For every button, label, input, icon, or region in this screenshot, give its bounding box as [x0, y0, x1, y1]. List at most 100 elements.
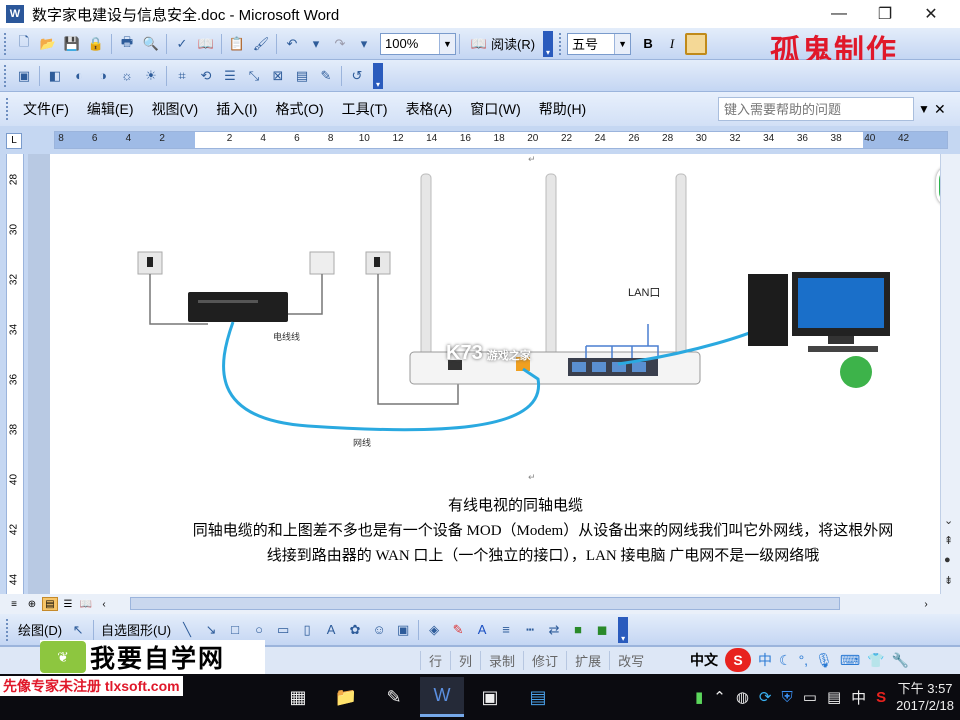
vertical-scrollbar[interactable]: ⌄ ⇞ ● ⇟ [940, 154, 960, 594]
minimize-button[interactable]: — [816, 0, 862, 28]
ime-indicator[interactable]: 中 [851, 687, 866, 708]
web-view-icon[interactable]: ⊕ [24, 597, 40, 611]
tools-icon[interactable]: 🔧 [892, 652, 909, 669]
network-icon[interactable]: ▭ [803, 688, 817, 706]
toolbar-grip[interactable] [6, 618, 10, 641]
more-contrast-icon[interactable]: ◐ [68, 65, 90, 87]
menu-view[interactable]: 视图(V) [143, 99, 208, 119]
camera-icon[interactable]: ◍ [736, 688, 749, 706]
calculator-icon[interactable]: ▦ [276, 677, 320, 717]
rotate-icon[interactable]: ⟲ [195, 65, 217, 87]
print-icon[interactable]: 🖶 [116, 33, 138, 55]
diagram-icon[interactable]: ✿ [344, 619, 366, 641]
system-tray[interactable]: ▮ ⌃ ◍ ⟳ ⛨ ▭ ▤ 中 S 下午 3:57 2017/2/18 [695, 674, 954, 720]
status-extend[interactable]: 扩展 [566, 651, 609, 670]
toolbar-options-icon[interactable]: ▾ [373, 62, 383, 89]
crop-icon[interactable]: ⌗ [171, 65, 193, 87]
shadow-icon[interactable]: ■ [567, 619, 589, 641]
show-hidden-icons-icon[interactable]: ⌃ [713, 688, 726, 706]
text-box-icon[interactable]: ▭ [272, 619, 294, 641]
moon-icon[interactable]: ☾ [779, 652, 792, 669]
open-folder-icon[interactable]: 📂 [37, 33, 59, 55]
skin-icon[interactable]: 👕 [867, 652, 884, 669]
color-icon[interactable]: ◧ [44, 65, 66, 87]
menu-window[interactable]: 窗口(W) [461, 99, 530, 119]
line-style-icon[interactable]: ☰ [219, 65, 241, 87]
chevron-down-icon[interactable]: ▼ [439, 33, 455, 54]
undo-icon[interactable]: ↶ [281, 33, 303, 55]
tab-selector[interactable]: L [6, 133, 22, 149]
line-color-icon[interactable]: ✎ [447, 619, 469, 641]
dash-style-icon[interactable]: ┅ [519, 619, 541, 641]
style-box-icon[interactable] [685, 32, 708, 55]
menu-table[interactable]: 表格(A) [397, 99, 462, 119]
sogou-input-icon[interactable]: S [725, 648, 751, 672]
battery-icon[interactable]: ▮ [695, 688, 703, 706]
chevron-down-icon[interactable]: ▼ [614, 33, 631, 54]
font-color-icon[interactable]: A [471, 619, 493, 641]
pen-icon[interactable]: ✎ [372, 677, 416, 717]
select-objects-icon[interactable]: ↖ [67, 619, 89, 641]
redo-icon[interactable]: ↷ [329, 33, 351, 55]
italic-button[interactable]: I [661, 33, 683, 55]
close-button[interactable]: ✕ [908, 0, 954, 28]
print-preview-icon[interactable]: 🔍 [140, 33, 162, 55]
permission-icon[interactable]: 🔒 [85, 33, 107, 55]
transparent-color-icon[interactable]: ✎ [315, 65, 337, 87]
redo-dropdown-icon[interactable]: ▾ [353, 33, 375, 55]
network-diagram[interactable] [128, 164, 940, 454]
document-heading[interactable]: 有线电视的同轴电缆 [448, 494, 583, 515]
compress-icon[interactable]: ⤡ [243, 65, 265, 87]
print-layout-icon[interactable]: ▤ [42, 597, 58, 611]
chinese-mode-icon[interactable]: 中 [758, 650, 772, 670]
toolbar-grip[interactable] [6, 98, 10, 120]
toolbar-grip[interactable] [559, 32, 563, 55]
document-body-text[interactable]: 同轴电缆的和上图差不多也是有一个设备 MOD（Modem）从设备出来的网线我们叫… [188, 519, 898, 569]
research-icon[interactable]: 📖 [195, 33, 217, 55]
line-style-icon[interactable]: ≡ [495, 619, 517, 641]
menu-tools[interactable]: 工具(T) [333, 99, 397, 119]
vertical-ruler[interactable]: 28 30 32 34 36 38 40 42 44 [0, 154, 28, 594]
bold-button[interactable]: B [637, 33, 659, 55]
message-icon[interactable]: ▤ [827, 688, 841, 706]
toolbar-options-icon[interactable]: ▾ [543, 30, 554, 57]
reset-picture-icon[interactable]: ↺ [346, 65, 368, 87]
fill-color-icon[interactable]: ◈ [423, 619, 445, 641]
insert-picture-icon[interactable]: ▣ [13, 65, 35, 87]
microphone-icon[interactable]: 🎙 [815, 652, 833, 669]
less-brightness-icon[interactable]: ☀ [140, 65, 162, 87]
scroll-right-icon[interactable]: › [918, 597, 934, 611]
horizontal-ruler[interactable]: L 8 6 4 2 2 4 6 8 10 12 14 16 18 20 22 24 26 28 30 32 34 36 38… [0, 126, 960, 154]
next-page-icon[interactable]: ⇟ [944, 574, 953, 587]
autoshapes-menu-button[interactable]: 自选图形(U) [97, 620, 175, 639]
word-doc-icon[interactable]: W [6, 5, 24, 23]
keyboard-icon[interactable]: ⌨ [840, 652, 860, 669]
outline-view-icon[interactable]: ☰ [60, 597, 76, 611]
move-handle-icon[interactable] [840, 356, 872, 388]
toolbar-grip[interactable] [4, 64, 8, 87]
screen-recorder-icon[interactable]: ▣ [468, 677, 512, 717]
scroll-track[interactable] [130, 597, 840, 610]
remote-desktop-icon[interactable]: ▤ [516, 677, 560, 717]
punctuation-icon[interactable]: °, [799, 652, 809, 668]
previous-page-icon[interactable]: ⇞ [944, 534, 953, 547]
toolbar-options-icon[interactable]: ▾ [618, 616, 629, 643]
clip-art-icon[interactable]: ☺ [368, 619, 390, 641]
reading-mode-button[interactable]: 📖 阅读(R) [463, 33, 539, 55]
wordart-icon[interactable]: A [320, 619, 342, 641]
rectangle-icon[interactable]: □ [224, 619, 246, 641]
ime-toolbar[interactable]: 中文 S 中 ☾ °, 🎙 ⌨ 👕 🔧 [690, 646, 909, 674]
browse-object-icon[interactable]: ● [944, 554, 951, 566]
format-painter-icon[interactable]: 🖌 [250, 33, 272, 55]
arrow-icon[interactable]: ↘ [200, 619, 222, 641]
oval-icon[interactable]: ○ [248, 619, 270, 641]
clock[interactable]: 下午 3:57 2017/2/18 [896, 680, 954, 714]
arrow-style-icon[interactable]: ⇄ [543, 619, 565, 641]
scroll-down-icon[interactable]: ⌄ [944, 514, 953, 527]
ruler-strip[interactable]: 8 6 4 2 2 4 6 8 10 12 14 16 18 20 22 24 26 28 30 32 34 36 38 40… [54, 131, 948, 149]
status-track-changes[interactable]: 修订 [523, 651, 566, 670]
zoom-select[interactable]: 100% ▼ [380, 32, 456, 55]
save-icon[interactable]: 💾 [61, 33, 83, 55]
draw-menu-button[interactable]: 绘图(D) [14, 620, 66, 639]
scroll-left-icon[interactable]: ‹ [96, 597, 112, 611]
